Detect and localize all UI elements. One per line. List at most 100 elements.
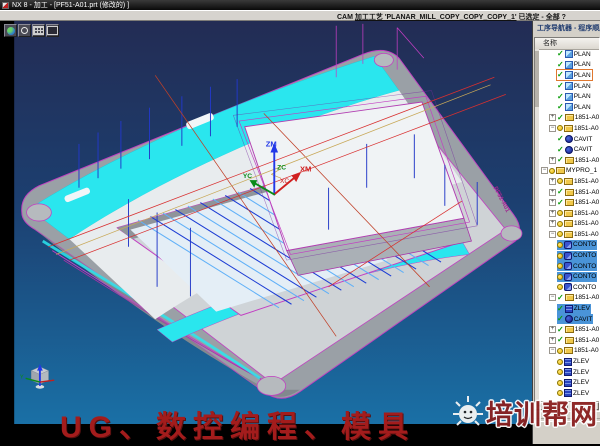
zc-axis-label: ZC xyxy=(277,165,286,172)
row-label: 1851-A0 xyxy=(575,199,599,206)
group-icon xyxy=(564,178,573,185)
group-icon xyxy=(564,231,573,238)
tree-row[interactable]: CONTO xyxy=(539,282,599,293)
tree-row[interactable]: ZLEV xyxy=(539,367,599,378)
row-label: CAVIT xyxy=(574,146,593,153)
group-icon xyxy=(564,210,573,217)
tree-row[interactable]: ✓CAVIT xyxy=(539,134,599,145)
tree-row[interactable]: ✓CAVIT xyxy=(539,144,599,155)
expand-icon[interactable]: + xyxy=(549,199,556,206)
expand-icon[interactable]: + xyxy=(549,114,556,121)
row-label: PLAN xyxy=(574,83,591,90)
tree-row[interactable]: CONTO xyxy=(539,250,599,261)
tree-row[interactable]: ZLEV xyxy=(539,356,599,367)
tree-row[interactable]: +1851-A0 xyxy=(539,219,599,230)
collapse-icon[interactable]: − xyxy=(549,347,556,354)
expand-icon[interactable]: + xyxy=(549,178,556,185)
status-regenerate-icon xyxy=(549,168,555,174)
tree-row[interactable]: ZLEV xyxy=(539,377,599,388)
row-label: 1851-A0 xyxy=(575,337,599,344)
status-message-prefix: CAM xyxy=(337,14,355,21)
floating-toolbar xyxy=(4,24,59,37)
sun-face-icon xyxy=(450,392,486,432)
zlevel-icon xyxy=(565,305,573,313)
row-content: ✓CAVIT xyxy=(557,314,593,324)
expand-icon[interactable]: + xyxy=(549,337,556,344)
toolbar-button-display[interactable] xyxy=(46,24,59,37)
expand-icon[interactable]: + xyxy=(549,210,556,217)
status-message-link[interactable]: 加工工艺 'PLANAR_MILL_COPY_COPY_COPY_1' xyxy=(355,14,517,21)
tree-row[interactable]: +✓1851-A0 xyxy=(539,197,599,208)
zlevel-icon xyxy=(564,358,572,366)
row-label: CAVIT xyxy=(574,316,593,323)
yc-axis-label: YC xyxy=(243,173,252,180)
view-triad-y-label: Y xyxy=(20,374,24,380)
collapse-icon[interactable]: − xyxy=(549,294,556,301)
training-slogan-text: UG、数控编程、模具 xyxy=(60,402,415,446)
contour-icon xyxy=(564,262,572,270)
row-label: 1851-A0 xyxy=(574,347,599,354)
target-circle-icon xyxy=(21,27,28,34)
toolbar-button-snap[interactable] xyxy=(18,24,31,37)
navigator-title: 工序导航器 - 程序顺序 xyxy=(533,21,600,36)
row-label: 1851-A0 xyxy=(575,294,599,301)
row-content: ✓PLAN xyxy=(557,70,592,80)
row-label: ZLEV xyxy=(573,369,589,376)
toolbar-button-grid[interactable] xyxy=(32,24,45,37)
expand-icon[interactable]: + xyxy=(549,189,556,196)
collapse-icon[interactable]: − xyxy=(541,167,548,174)
tree-row[interactable]: ✓CAVIT xyxy=(539,314,599,325)
collapse-icon[interactable]: − xyxy=(549,125,556,132)
viewport-canvas: PF51-A01 ZM ZC XM XC YC Y xyxy=(0,21,600,444)
tree-row[interactable]: CONTO xyxy=(539,240,599,251)
tree-row[interactable]: −1851-A0 xyxy=(539,229,599,240)
row-content: ZLEV xyxy=(557,378,590,388)
group-icon xyxy=(564,220,573,227)
tree-row[interactable]: ✓PLAN xyxy=(539,102,599,113)
row-label: CONTO xyxy=(573,273,596,280)
row-content: ✓1851-A0 xyxy=(557,325,599,335)
tree-row[interactable]: CONTO xyxy=(539,261,599,272)
row-label: MYPRO_1 xyxy=(566,167,597,174)
expand-icon[interactable]: + xyxy=(549,220,556,227)
tree-row[interactable]: ✓PLAN xyxy=(539,60,599,71)
tree-row[interactable]: +✓1851-A0 xyxy=(539,113,599,124)
nx-app-icon xyxy=(2,2,9,9)
status-complete-icon: ✓ xyxy=(557,82,564,90)
tree-row[interactable]: ✓PLAN xyxy=(539,70,599,81)
row-content: 1851-A0 xyxy=(557,208,599,218)
tree-row[interactable]: ✓PLAN xyxy=(539,91,599,102)
tree-row[interactable]: +1851-A0 xyxy=(539,176,599,187)
status-complete-icon: ✓ xyxy=(557,336,564,344)
row-label: 1851-A0 xyxy=(575,189,599,196)
expand-icon[interactable]: + xyxy=(549,326,556,333)
toolbar-button-view[interactable] xyxy=(4,24,17,37)
tree-row[interactable]: +✓1851-A0 xyxy=(539,187,599,198)
row-content: 1851-A0 xyxy=(557,176,599,186)
tree-row[interactable]: − 1851-A0 xyxy=(539,346,599,357)
tree-row[interactable]: −1851-A0 xyxy=(539,123,599,134)
tree-row[interactable]: − MYPRO_1 xyxy=(539,166,599,177)
cavity-icon xyxy=(565,146,573,154)
tree-row[interactable]: −✓1851-A0 xyxy=(539,293,599,304)
tree-row[interactable]: +✓1851-A0 xyxy=(539,155,599,166)
row-label: PLAN xyxy=(574,72,591,79)
tree-row[interactable]: +1851-A0 xyxy=(539,208,599,219)
expand-icon[interactable]: + xyxy=(549,157,556,164)
tree-row[interactable]: CONTO xyxy=(539,271,599,282)
tree-row[interactable]: ✓ PLAN xyxy=(539,81,599,92)
row-content: CONTO xyxy=(557,240,597,250)
tree-row[interactable]: +✓ 1851-A0 xyxy=(539,335,599,346)
status-complete-icon: ✓ xyxy=(557,305,564,313)
collapse-icon[interactable]: − xyxy=(549,231,556,238)
tree-row[interactable]: +✓1851-A0 xyxy=(539,324,599,335)
status-complete-icon: ✓ xyxy=(557,61,564,69)
tree-row[interactable]: ✓ZLEV xyxy=(539,303,599,314)
graphics-viewport[interactable]: PF51-A01 ZM ZC XM XC YC Y xyxy=(0,21,600,444)
status-regenerate-icon xyxy=(557,263,563,269)
row-label: CONTO xyxy=(573,241,596,248)
grid-icon xyxy=(33,26,44,35)
planar-icon xyxy=(565,71,573,79)
contour-icon xyxy=(564,252,572,260)
tree-row[interactable]: ✓PLAN xyxy=(539,49,599,60)
